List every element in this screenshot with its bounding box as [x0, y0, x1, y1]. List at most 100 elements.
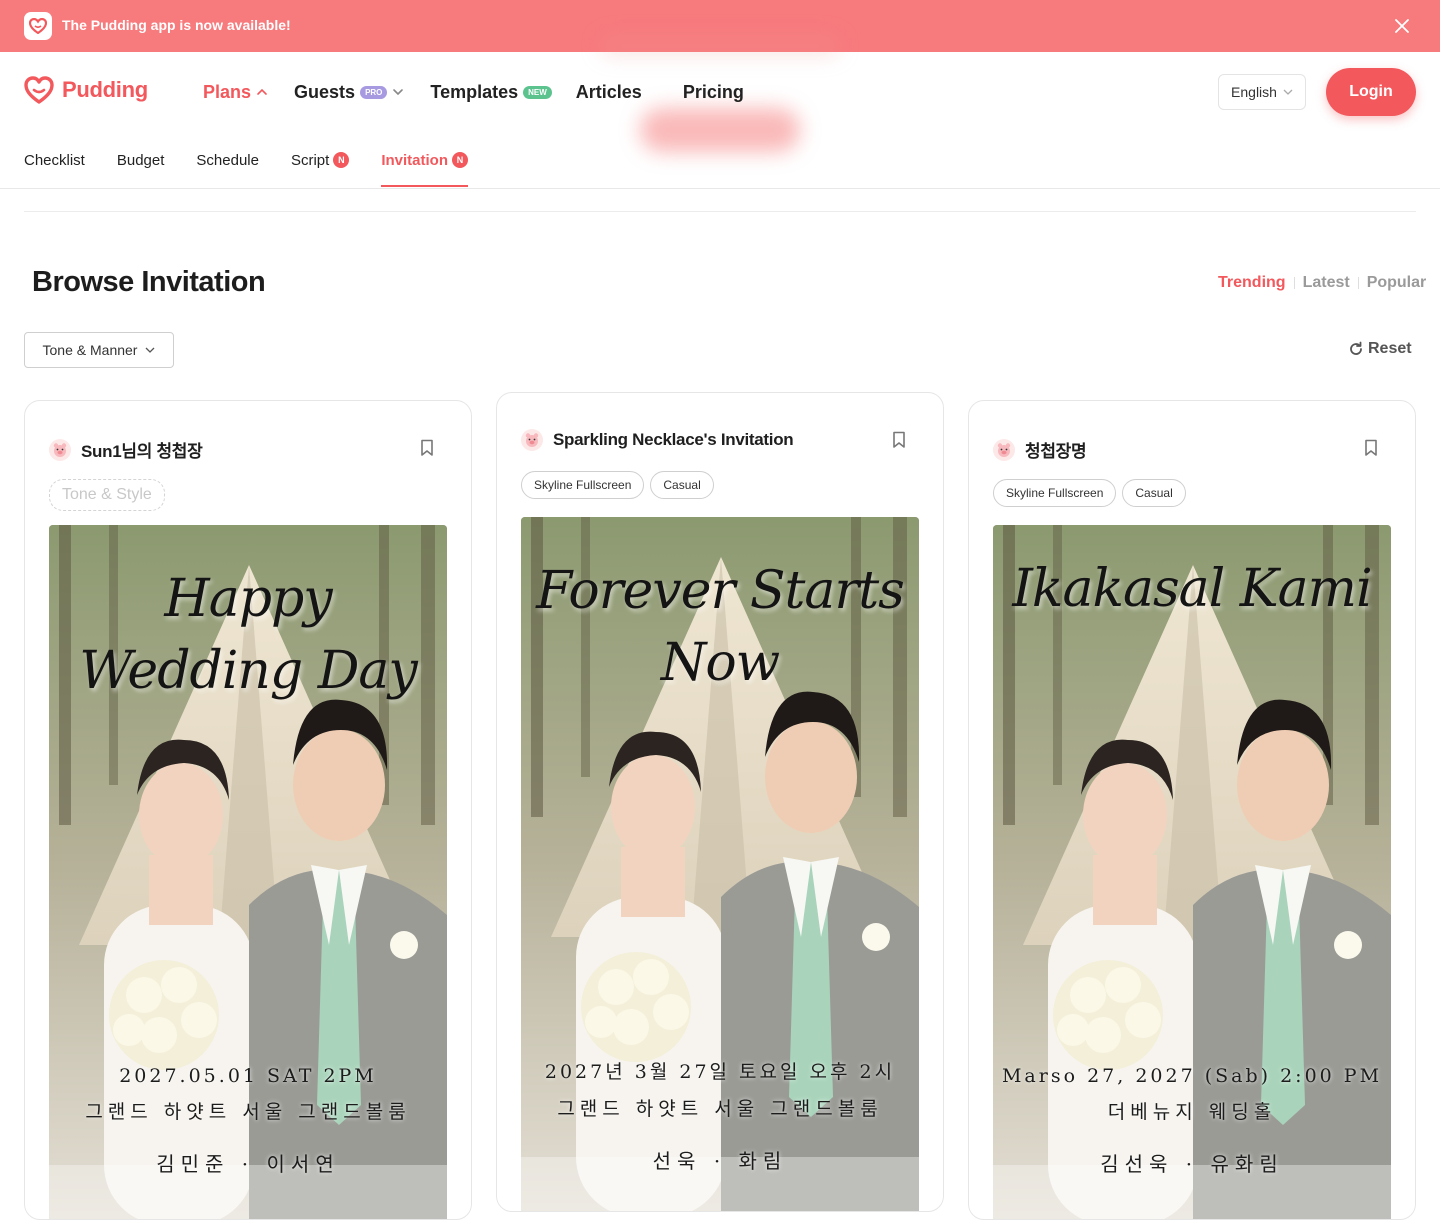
style-tag: Casual [650, 471, 714, 499]
subnav-script[interactable]: Script N [290, 148, 350, 172]
subnav-label: Checklist [24, 151, 85, 169]
subnav-label: Invitation [381, 151, 448, 169]
piglet-avatar-icon [525, 433, 539, 447]
piglet-avatar-icon [53, 442, 67, 457]
event-date: 2027년 3월 27일 토요일 오후 2시 [544, 1061, 896, 1083]
chevron-down-icon [393, 89, 404, 96]
event-date: 2027.05.01 SAT 2PM [119, 1065, 377, 1087]
new-dot-badge: N [333, 152, 350, 168]
avatar [993, 438, 1015, 461]
nav-articles[interactable]: Articles [576, 82, 642, 103]
invitation-photo[interactable]: Forever Starts Now 2027년 3월 27일 토요일 오후 2… [521, 517, 919, 1211]
reset-button[interactable]: Reset [1348, 340, 1412, 358]
new-badge: NEW [523, 85, 552, 99]
bookmark-icon[interactable] [419, 439, 437, 459]
script-line: Forever Starts [536, 561, 905, 621]
card-header: Sparkling Necklace's Invitation [521, 429, 794, 451]
subnav-checklist[interactable]: Checklist [24, 148, 85, 172]
event-venue: 그랜드 하얏트 서울 그랜드볼룸 [557, 1098, 883, 1120]
refresh-icon [1350, 341, 1362, 355]
script-line: Happy [164, 569, 332, 629]
event-date: Marso 27, 2027 (Sab) 2:00 PM [1001, 1065, 1383, 1087]
invitation-details: Marso 27, 2027 (Sab) 2:00 PM 더베뉴지 웨딩홀 김선… [993, 1065, 1391, 1177]
style-tag: Skyline Fullscreen [521, 471, 645, 499]
nav-pricing-label: Pricing [682, 81, 744, 102]
pudding-heart-icon [24, 76, 54, 104]
blurred-overlay [640, 108, 800, 152]
pro-badge: PRO [360, 85, 388, 99]
subnav-invitation[interactable]: Invitation N [381, 148, 468, 187]
bookmark-icon[interactable] [891, 431, 909, 451]
divider [0, 188, 1440, 189]
invitation-script-title: Happy Wedding Day [49, 563, 447, 707]
couple-names: 김선욱 · 유화림 [1100, 1152, 1284, 1176]
invitation-card[interactable]: Sparkling Necklace's Invitation Skyline … [496, 392, 944, 1212]
card-header: Sun1님의 청첩장 [49, 437, 203, 462]
nav-pricing[interactable]: Pricing [683, 82, 744, 103]
script-line: Now [660, 633, 780, 693]
couple-names: 선욱 · 화림 [652, 1149, 788, 1173]
bookmark-icon[interactable] [1363, 439, 1381, 459]
language-label: English [1231, 84, 1277, 100]
pudding-logo-icon [24, 12, 52, 40]
filter-label: Tone & Manner [42, 342, 138, 358]
tone-manner-filter[interactable]: Tone & Manner [24, 332, 174, 368]
piglet-avatar-icon [997, 442, 1011, 457]
event-venue: 더베뉴지 웨딩홀 [1107, 1101, 1277, 1123]
nav-guests[interactable]: Guests PRO [294, 82, 404, 103]
avatar [49, 438, 71, 461]
login-button[interactable]: Login [1326, 68, 1416, 116]
invitation-card[interactable]: Sun1님의 청첩장 Tone & Style Happy Wedding Da… [24, 400, 472, 1220]
script-line: Wedding Day [79, 641, 418, 701]
subnav-budget[interactable]: Budget [117, 148, 165, 172]
main-nav: Plans Guests PRO Templates NEW Articles … [203, 80, 744, 104]
subnav-label: Script [290, 151, 330, 169]
style-tag: Tone & Style [49, 479, 165, 511]
invitation-script-title: Ikakasal Kami [993, 553, 1391, 625]
tag-list: Tone & Style [49, 479, 165, 511]
nav-plans[interactable]: Plans [203, 82, 268, 103]
invitation-details: 2027년 3월 27일 토요일 오후 2시 그랜드 하얏트 서울 그랜드볼룸 … [521, 1057, 919, 1174]
divider [1293, 277, 1295, 289]
invitation-script-title: Forever Starts Now [521, 555, 919, 699]
sort-popular[interactable]: Popular [1367, 274, 1427, 292]
style-tag: Skyline Fullscreen [993, 479, 1117, 507]
tag-list: Skyline Fullscreen Casual [521, 471, 714, 499]
sub-nav: Checklist Budget Schedule Script N Invit… [24, 148, 468, 188]
subnav-label: Schedule [196, 151, 259, 169]
invitation-details: 2027.05.01 SAT 2PM 그랜드 하얏트 서울 그랜드볼룸 김민준 … [49, 1065, 447, 1177]
invitation-photo[interactable]: Happy Wedding Day 2027.05.01 SAT 2PM 그랜드… [49, 525, 447, 1219]
card-title: 청첩장명 [1025, 442, 1087, 461]
sort-trending[interactable]: Trending [1218, 274, 1286, 292]
style-tag: Casual [1122, 479, 1186, 507]
chevron-up-icon [257, 88, 267, 95]
page-title: Browse Invitation [32, 266, 266, 298]
tag-list: Skyline Fullscreen Casual [993, 479, 1186, 507]
pudding-logo[interactable]: Pudding [24, 76, 148, 104]
invitation-card[interactable]: 청첩장명 Skyline Fullscreen Casual Ikakasal … [968, 400, 1416, 1220]
chevron-down-icon [146, 347, 155, 353]
reset-label: Reset [1368, 340, 1412, 357]
avatar [521, 429, 543, 451]
event-venue: 그랜드 하얏트 서울 그랜드볼룸 [85, 1101, 411, 1123]
card-title: Sparkling Necklace's Invitation [553, 430, 794, 449]
divider [1357, 277, 1359, 289]
divider [24, 211, 1416, 212]
language-select[interactable]: English [1218, 74, 1306, 110]
logo-text: Pudding [62, 77, 148, 102]
blurred-overlay [600, 36, 840, 56]
nav-plans-label: Plans [203, 81, 252, 102]
subnav-schedule[interactable]: Schedule [196, 148, 259, 172]
sort-latest[interactable]: Latest [1303, 274, 1350, 292]
card-header: 청첩장명 [993, 437, 1087, 462]
close-icon[interactable] [1390, 14, 1414, 38]
card-title: Sun1님의 청첩장 [81, 442, 203, 461]
nav-templates[interactable]: Templates NEW [430, 81, 552, 103]
nav-templates-label: Templates [430, 81, 519, 102]
chevron-down-icon [1283, 89, 1293, 95]
invitation-photo[interactable]: Ikakasal Kami Marso 27, 2027 (Sab) 2:00 … [993, 525, 1391, 1219]
nav-articles-label: Articles [575, 81, 642, 102]
script-line: Ikakasal Kami [1012, 559, 1372, 619]
nav-guests-label: Guests [294, 81, 356, 102]
couple-names: 김민준 · 이서연 [156, 1152, 340, 1176]
